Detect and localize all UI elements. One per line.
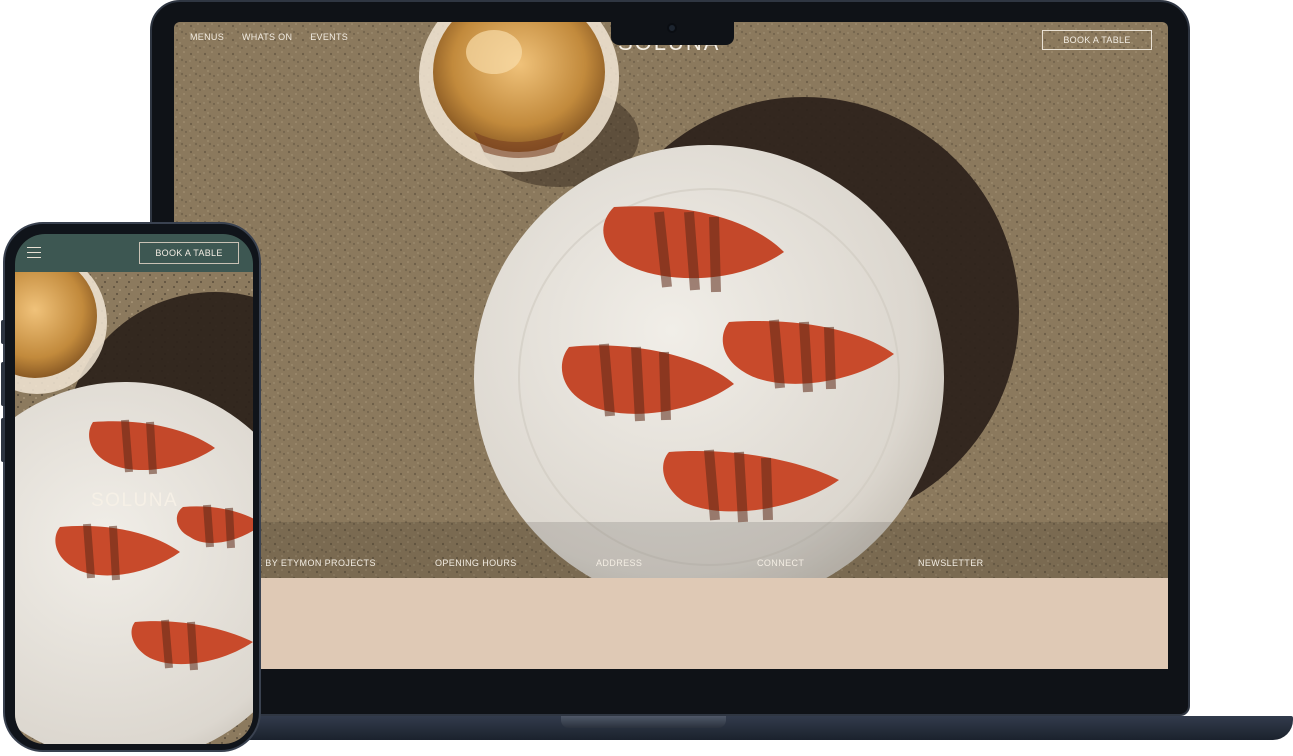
hero-photo	[174, 22, 1168, 578]
phone-hero: SOLUNA	[15, 272, 253, 744]
camera-icon	[667, 23, 677, 33]
footer-opening-hours[interactable]: OPENING HOURS	[435, 558, 517, 568]
camera-notch	[611, 22, 734, 45]
content-band	[174, 578, 1168, 669]
laptop-frame: MENUS WHATS ON EVENTS SOLUNA BOOK A TABL…	[150, 0, 1190, 716]
phone-volume-down	[1, 418, 5, 462]
phone-frame: BOOK A TABLE SOLUNA	[1, 222, 261, 752]
phone-volume-up	[1, 362, 5, 406]
footer-newsletter[interactable]: NEWSLETTER	[918, 558, 984, 568]
nav-menus[interactable]: MENUS	[190, 32, 224, 42]
phone-site-logo[interactable]: SOLUNA	[91, 490, 178, 512]
hero-section: MENUS WHATS ON EVENTS SOLUNA BOOK A TABL…	[174, 22, 1168, 578]
book-table-button[interactable]: BOOK A TABLE	[1042, 30, 1152, 50]
footer-connect[interactable]: CONNECT	[757, 558, 804, 568]
phone-screen: BOOK A TABLE SOLUNA	[15, 234, 253, 744]
laptop-base	[168, 716, 1293, 740]
footer-credit-link[interactable]: E BY ETYMON PROJECTS	[256, 558, 376, 568]
nav-events[interactable]: EVENTS	[310, 32, 348, 42]
main-nav: MENUS WHATS ON EVENTS	[190, 32, 348, 42]
hamburger-menu-icon[interactable]	[27, 247, 41, 259]
footer-address[interactable]: ADDRESS	[596, 558, 642, 568]
phone-header: BOOK A TABLE	[15, 234, 253, 272]
laptop-lid-grip	[561, 716, 726, 728]
nav-whats-on[interactable]: WHATS ON	[242, 32, 292, 42]
phone-book-table-button[interactable]: BOOK A TABLE	[139, 242, 239, 264]
phone-silent-switch	[1, 320, 5, 344]
laptop-screen: MENUS WHATS ON EVENTS SOLUNA BOOK A TABL…	[174, 22, 1168, 669]
